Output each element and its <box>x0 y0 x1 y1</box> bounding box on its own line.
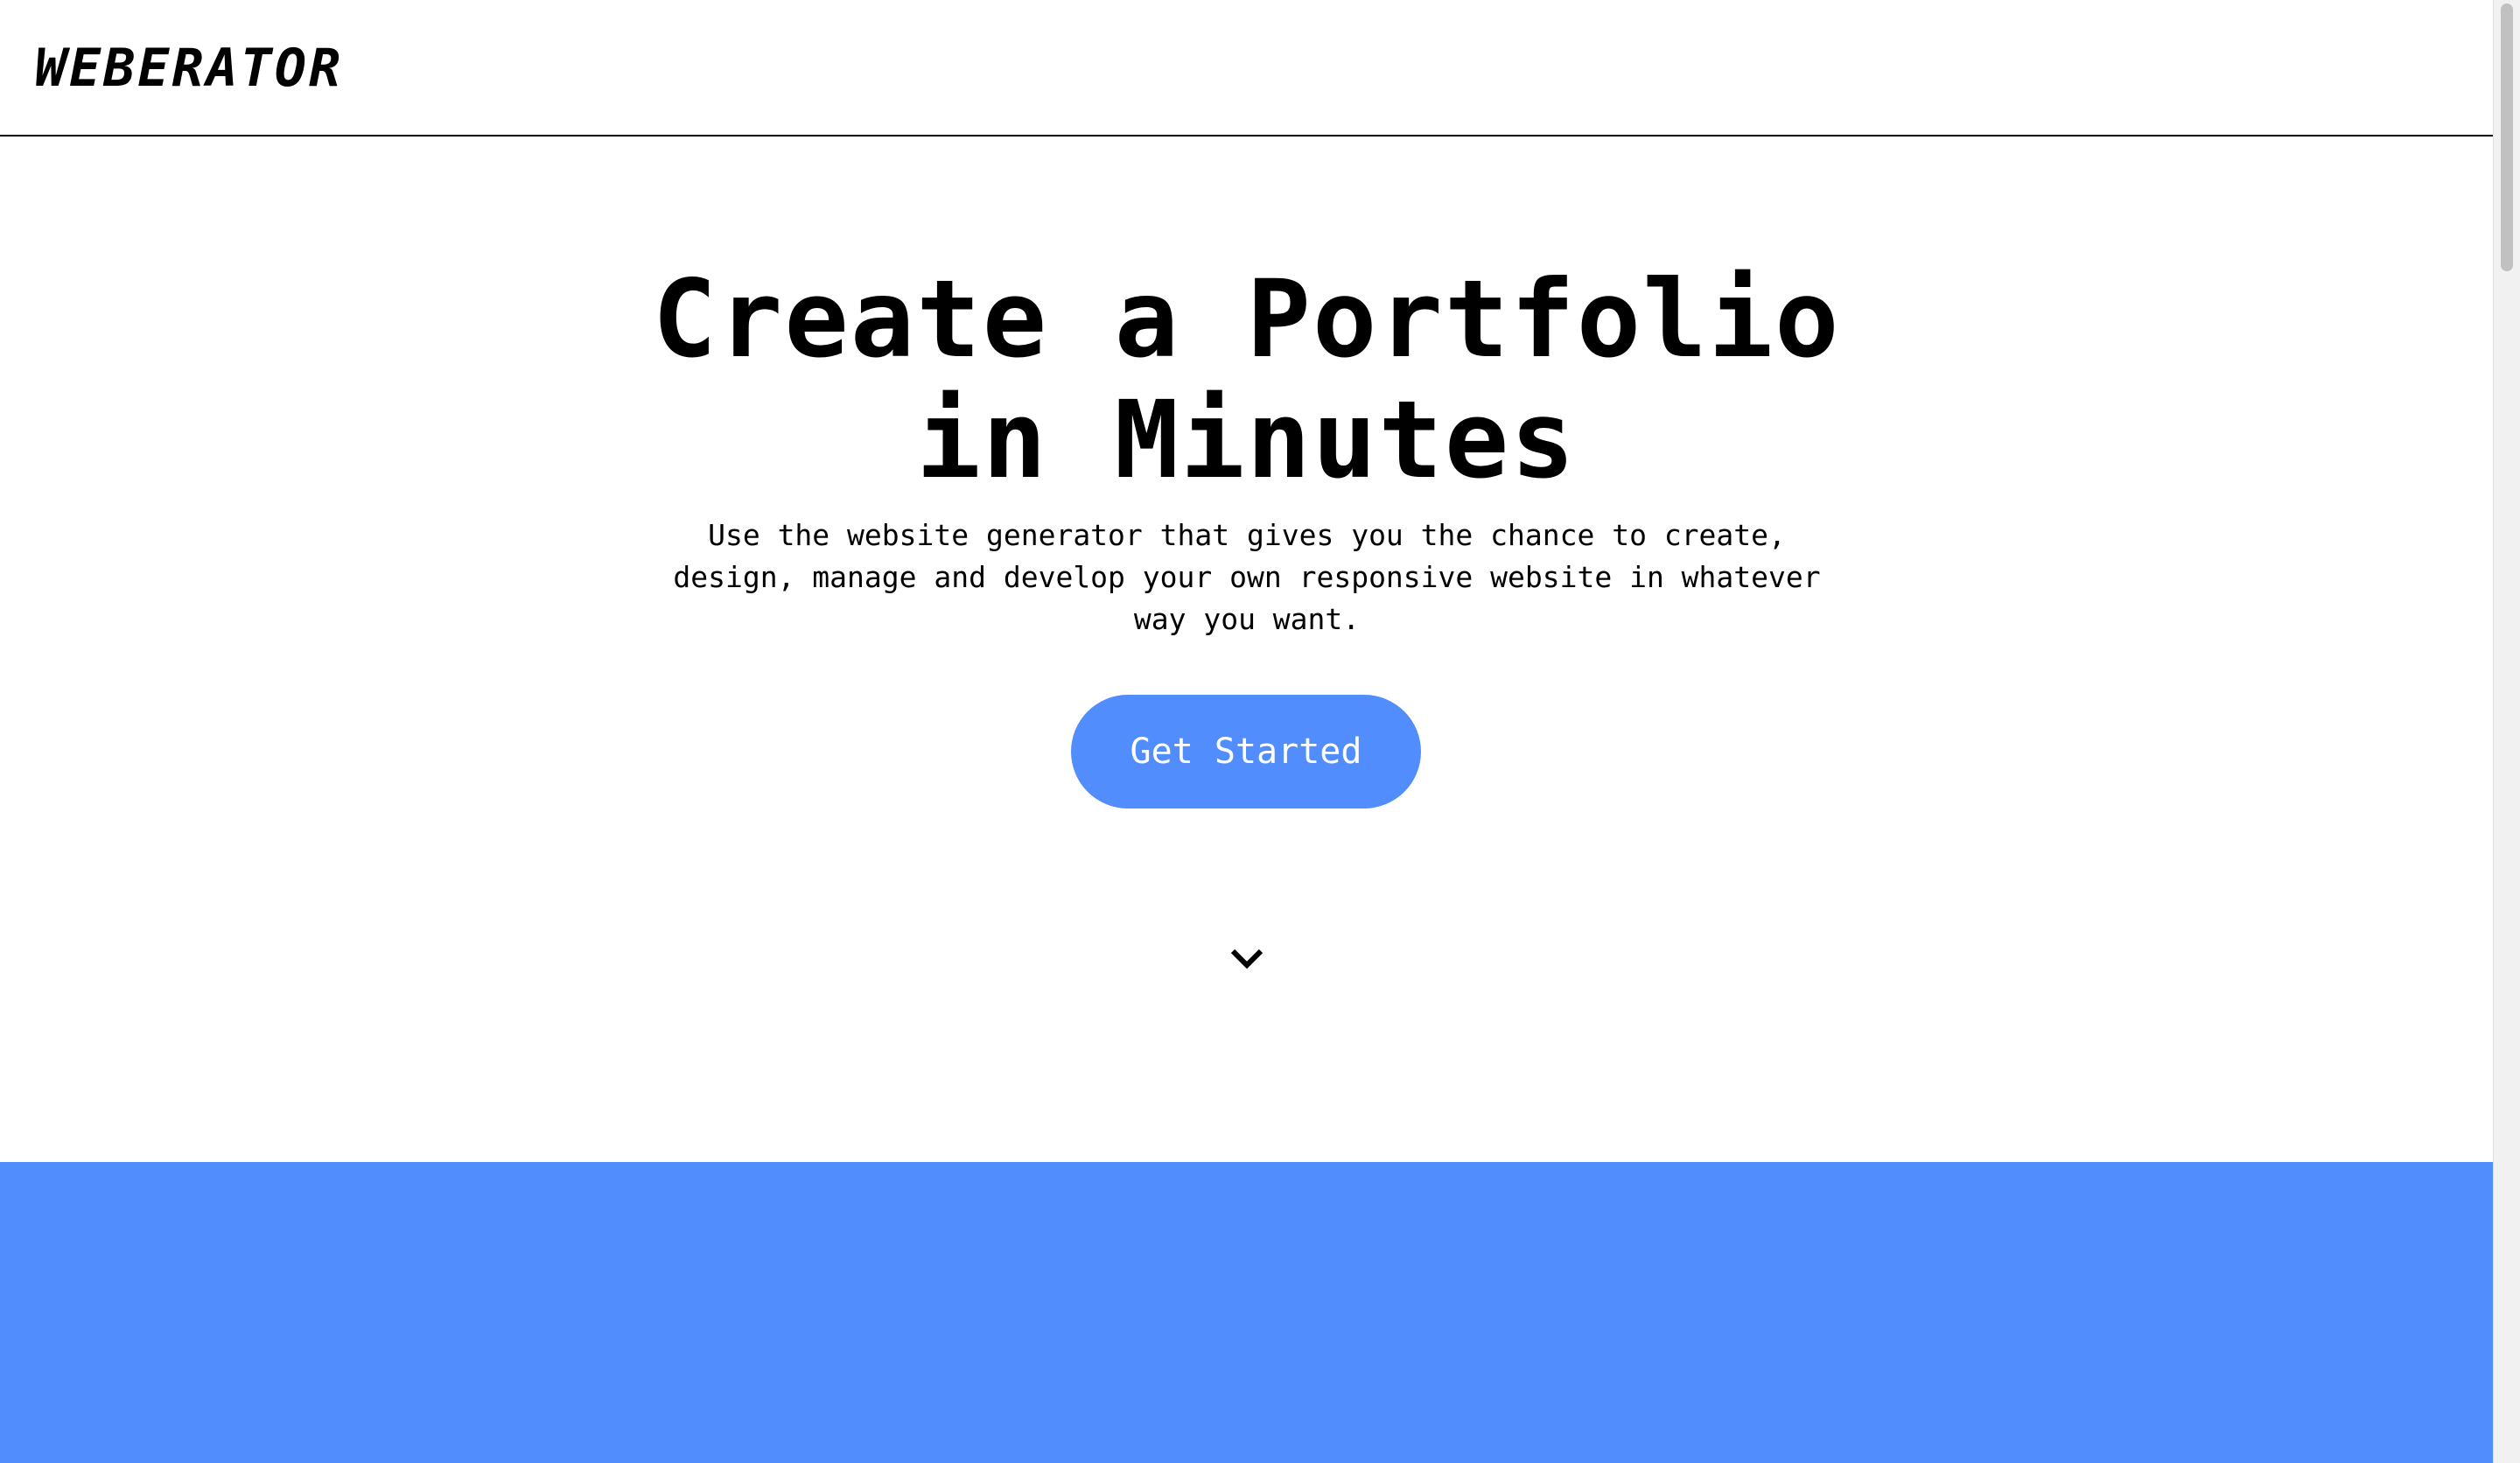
logo[interactable]: WEBERATOR <box>35 32 343 105</box>
get-started-button[interactable]: Get Started <box>1071 695 1421 808</box>
scrollbar-thumb[interactable] <box>2501 4 2513 271</box>
page-content: WEBERATOR Create a Portfolio in Minutes … <box>0 0 2493 1463</box>
hero-section: Create a Portfolio in Minutes Use the we… <box>0 136 2493 1162</box>
hero-subtitle: Use the website generator that gives you… <box>673 518 1821 636</box>
navbar: WEBERATOR <box>0 0 2493 136</box>
hero-title-line-2: in Minutes <box>916 378 1577 502</box>
chevron-down-icon <box>1230 948 1264 970</box>
page: WEBERATOR Create a Portfolio in Minutes … <box>0 0 2520 1463</box>
features-section <box>0 1162 2493 1463</box>
hero-title-line-1: Create a Portfolio <box>652 257 1841 382</box>
scroll-down-button[interactable] <box>1225 936 1269 980</box>
vertical-scrollbar[interactable] <box>2493 0 2520 1463</box>
hero-title: Create a Portfolio in Minutes <box>0 259 2493 500</box>
